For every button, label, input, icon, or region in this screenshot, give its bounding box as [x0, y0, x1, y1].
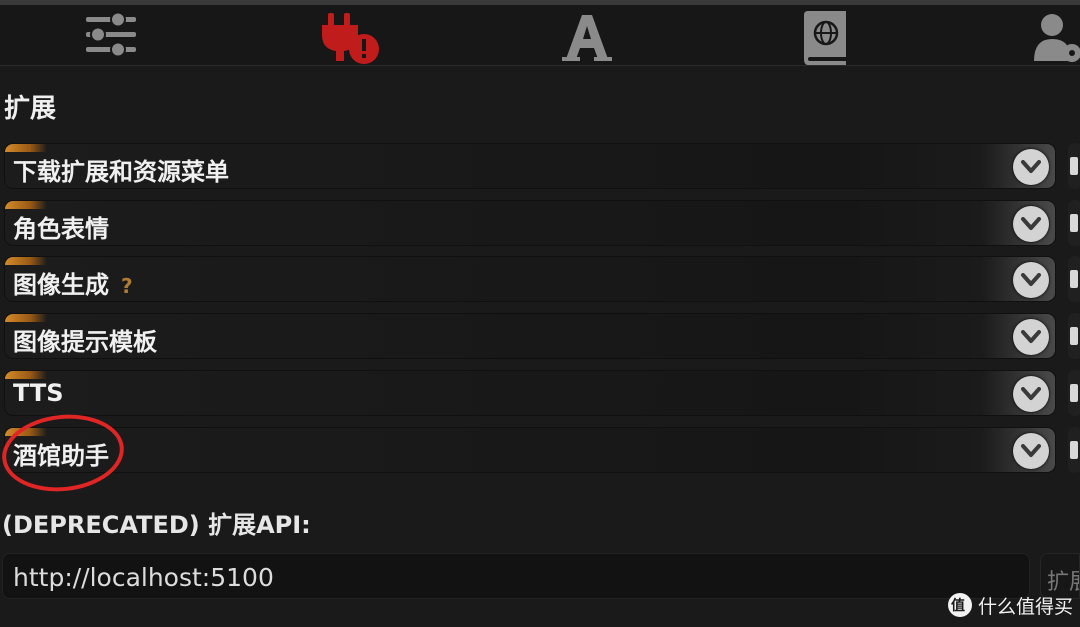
font-icon[interactable]	[562, 11, 612, 65]
side-edge-control[interactable]	[1068, 313, 1080, 359]
user-settings-icon[interactable]	[1034, 11, 1080, 65]
drawer-label: 下载扩展和资源菜单	[13, 158, 229, 186]
drawer-label: 图像提示模板	[13, 328, 157, 356]
chevron-down-icon[interactable]	[1013, 376, 1049, 412]
drawer-character-expressions[interactable]: 角色表情	[4, 200, 1056, 246]
drawer-image-prompt-templates[interactable]: 图像提示模板	[4, 313, 1056, 359]
world-book-icon[interactable]	[800, 11, 850, 65]
drawer-label-text: 图像生成	[13, 271, 109, 299]
drawer-label: 角色表情	[13, 215, 109, 243]
chevron-down-icon[interactable]	[1013, 206, 1049, 242]
top-navigation-bar	[0, 5, 1080, 66]
chevron-down-icon[interactable]	[1013, 262, 1049, 298]
side-edge-control[interactable]	[1068, 370, 1080, 416]
plug-alert-icon[interactable]	[320, 11, 382, 65]
chevron-down-icon[interactable]	[1013, 149, 1049, 185]
chevron-down-icon[interactable]	[1013, 319, 1049, 355]
drawer-download-extensions[interactable]: 下载扩展和资源菜单	[4, 143, 1056, 189]
drawer-tts[interactable]: TTS	[4, 370, 1056, 416]
side-edge-control[interactable]	[1068, 200, 1080, 246]
sliders-icon[interactable]	[84, 11, 140, 61]
side-edge-control[interactable]	[1068, 427, 1080, 473]
watermark-logo-icon	[948, 593, 972, 617]
watermark: 什么值得买	[948, 591, 1073, 619]
drawer-image-generation[interactable]: 图像生成?	[4, 256, 1056, 302]
extensions-api-url-input[interactable]: http://localhost:5100	[2, 553, 1030, 599]
drawer-label: TTS	[13, 379, 64, 407]
side-edge-control[interactable]	[1068, 256, 1080, 302]
drawer-tavern-helper[interactable]: 酒馆助手	[4, 427, 1056, 473]
extensions-api-label: (DEPRECATED) 扩展API:	[2, 511, 311, 539]
side-edge-control[interactable]	[1068, 143, 1080, 189]
chevron-down-icon[interactable]	[1013, 433, 1049, 469]
help-icon[interactable]: ?	[121, 274, 133, 298]
watermark-text: 什么值得买	[978, 595, 1074, 618]
extensions-title: 扩展	[4, 94, 57, 124]
drawer-label: 图像生成?	[13, 265, 133, 300]
highlight-circle-annotation	[0, 408, 128, 498]
